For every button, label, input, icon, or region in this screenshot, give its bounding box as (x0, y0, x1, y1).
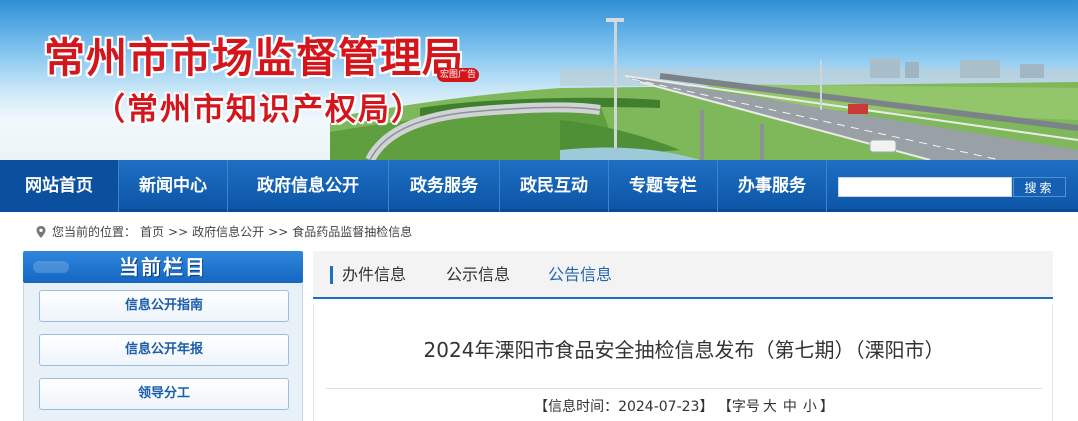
nav-item-news[interactable]: 新闻中心 (119, 160, 227, 212)
tab-announcement[interactable]: 公告信息 (548, 251, 612, 299)
meta-close: 】 (699, 399, 714, 415)
search-input[interactable] (838, 177, 1012, 197)
sidebar-item-annual-report[interactable]: 信息公开年报 (39, 334, 289, 366)
category-tabs: 办件信息 公示信息 公告信息 (313, 251, 1053, 299)
nav-item-home[interactable]: 网站首页 (0, 160, 118, 212)
breadcrumb-gov-info[interactable]: 政府信息公开 (192, 225, 264, 239)
header-banner: 常州市市场监督管理局 （常州市知识产权局） 宏图广告 (0, 0, 1078, 160)
font-size-close: 】 (819, 399, 834, 415)
site-title: 常州市市场监督管理局 (44, 34, 464, 82)
font-size-small[interactable]: 小 (803, 399, 817, 415)
breadcrumb-prefix: 您当前的位置： (52, 225, 137, 239)
nav-item-topics[interactable]: 专题专栏 (609, 160, 717, 212)
breadcrumb-current[interactable]: 食品药品监督抽检信息 (292, 225, 412, 239)
sidebar-item-disclosure-guide[interactable]: 信息公开指南 (39, 290, 289, 322)
location-pin-icon (36, 226, 46, 238)
breadcrumb-separator: >> (168, 225, 189, 239)
site-subtitle: （常州市知识产权局） (94, 92, 424, 128)
tab-marker (330, 266, 333, 284)
ad-seal: 宏图广告 (437, 68, 479, 82)
divider (326, 388, 1042, 389)
nav-item-office[interactable]: 办事服务 (718, 160, 826, 212)
font-size-medium[interactable]: 中 (783, 399, 797, 415)
breadcrumb-separator: >> (268, 225, 289, 239)
sidebar-menu: 信息公开指南 信息公开年报 领导分工 (23, 283, 303, 421)
sidebar-title: 当前栏目 (119, 255, 207, 279)
nav-item-gov-info[interactable]: 政府信息公开 (228, 160, 388, 212)
tab-public-notice[interactable]: 公示信息 (446, 251, 510, 299)
nav-item-services[interactable]: 政务服务 (389, 160, 499, 212)
publish-date: 2024-07-23 (618, 399, 700, 415)
sidebar-item-leadership[interactable]: 领导分工 (39, 378, 289, 410)
nav-item-interaction[interactable]: 政民互动 (500, 160, 608, 212)
font-size-large[interactable]: 大 (763, 399, 777, 415)
breadcrumb: 您当前的位置： 首页 >> 政府信息公开 >> 食品药品监督抽检信息 (36, 223, 416, 241)
search-button[interactable]: 搜索 (1013, 177, 1066, 197)
article: 2024年溧阳市食品安全抽检信息发布（第七期）（溧阳市） 【信息时间：2024-… (313, 304, 1053, 421)
breadcrumb-home[interactable]: 首页 (140, 225, 164, 239)
article-title: 2024年溧阳市食品安全抽检信息发布（第七期）（溧阳市） (423, 338, 945, 362)
meta-open: 【信息时间： (534, 399, 619, 415)
tab-case-info[interactable]: 办件信息 (342, 251, 406, 299)
sidebar-header: 当前栏目 (23, 251, 303, 283)
article-meta: 【信息时间：2024-07-23】 【字号大中小】 (314, 396, 1054, 416)
font-size-label: 【字号 (717, 399, 760, 415)
